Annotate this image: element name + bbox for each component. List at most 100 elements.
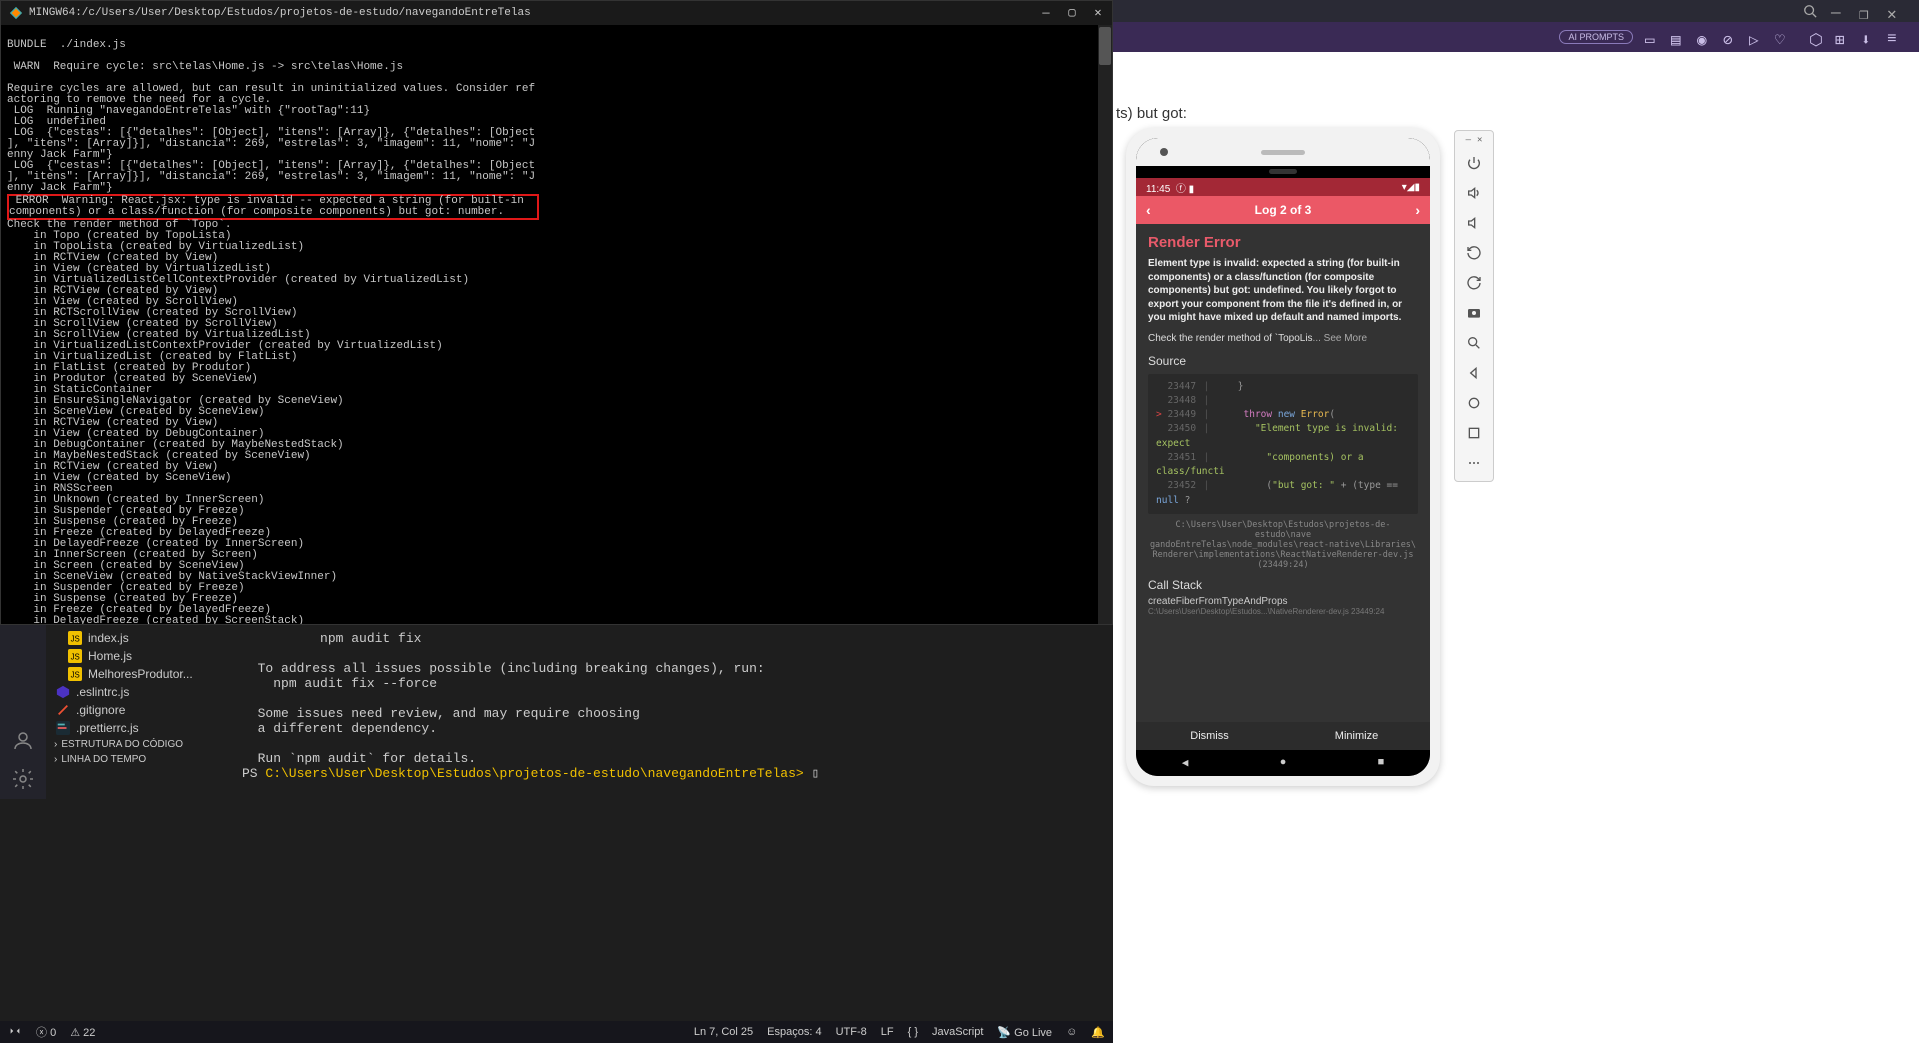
encoding[interactable]: UTF-8 xyxy=(836,1026,867,1038)
section-label: ESTRUTURA DO CÓDIGO xyxy=(61,739,183,750)
indent-setting[interactable]: Espaços: 4 xyxy=(767,1026,821,1038)
close-button[interactable]: ✕ xyxy=(1092,7,1104,19)
emu-home-icon[interactable] xyxy=(1460,389,1488,417)
vscode-terminal-output: npm audit fix To address all issues poss… xyxy=(242,631,765,766)
grid-icon[interactable]: ⊞ xyxy=(1835,30,1849,44)
page-icon[interactable]: ▤ xyxy=(1671,30,1685,44)
power-icon[interactable] xyxy=(1460,149,1488,177)
eslint-icon xyxy=(56,685,70,699)
terminal-output[interactable]: BUNDLE ./index.js WARN Require cycle: sr… xyxy=(1,25,1112,624)
settings-gear-icon[interactable] xyxy=(11,767,35,791)
phone-notch xyxy=(1136,166,1430,178)
cursor-position[interactable]: Ln 7, Col 25 xyxy=(694,1026,753,1038)
terminal-scrollbar-thumb[interactable] xyxy=(1099,27,1111,65)
error-message: Element type is invalid: expected a stri… xyxy=(1148,257,1418,325)
js-file-icon: JS xyxy=(68,667,82,681)
file-item-prettier[interactable]: .prettierrc.js xyxy=(46,719,230,737)
vscode-terminal[interactable]: npm audit fix To address all issues poss… xyxy=(230,625,1113,799)
android-recents-icon[interactable]: ■ xyxy=(1378,757,1385,769)
log-next-button[interactable]: › xyxy=(1415,202,1420,218)
phone-bezel-top xyxy=(1136,138,1430,166)
menu-icon[interactable]: ≡ xyxy=(1887,30,1901,44)
browser-top-bar: — ❐ ✕ xyxy=(1113,0,1919,22)
log-prev-button[interactable]: ‹ xyxy=(1146,202,1151,218)
file-label: .prettierrc.js xyxy=(76,721,139,735)
bell-icon[interactable]: 🔔 xyxy=(1091,1026,1105,1039)
section-linha[interactable]: ›LINHA DO TEMPO xyxy=(46,752,230,767)
check-render-text: Check the render method of `TopoLis xyxy=(1148,333,1313,344)
file-item-gitignore[interactable]: .gitignore xyxy=(46,701,230,719)
android-nav-bar: ◀ ● ■ xyxy=(1136,750,1430,776)
file-item-melhores[interactable]: JS MelhoresProdutor... xyxy=(46,665,230,683)
eol[interactable]: LF xyxy=(881,1026,894,1038)
feedback-icon[interactable]: ☺ xyxy=(1066,1026,1077,1038)
terminal-titlebar[interactable]: MINGW64:/c/Users/User/Desktop/Estudos/pr… xyxy=(1,1,1112,25)
file-item-index[interactable]: JSindex.js xyxy=(46,629,230,647)
ai-prompts-button[interactable]: AI PROMPTS xyxy=(1559,30,1633,44)
file-label: .gitignore xyxy=(76,703,125,717)
volume-down-icon[interactable] xyxy=(1460,209,1488,237)
js-file-icon: JS xyxy=(68,631,82,645)
svg-text:JS: JS xyxy=(71,671,80,680)
android-back-icon[interactable]: ◀ xyxy=(1182,756,1189,770)
emu-overview-icon[interactable] xyxy=(1460,419,1488,447)
minimize-button[interactable]: — xyxy=(1040,7,1052,19)
file-label: MelhoresProdutor... xyxy=(88,667,193,681)
maximize-button[interactable]: ▢ xyxy=(1066,7,1078,19)
phone-signal-icons: ▾◢▮ xyxy=(1402,182,1420,193)
see-more-link[interactable]: ... See More xyxy=(1313,333,1367,344)
file-label: Home.js xyxy=(88,649,132,663)
terminal-log-text: BUNDLE ./index.js WARN Require cycle: sr… xyxy=(7,39,535,194)
warning-count[interactable]: ⚠ 22 xyxy=(70,1026,95,1039)
terminal-title: MINGW64:/c/Users/User/Desktop/Estudos/pr… xyxy=(29,7,1040,19)
terminal-error-highlight: ERROR Warning: React.jsx: type is invali… xyxy=(7,194,539,220)
volume-up-icon[interactable] xyxy=(1460,179,1488,207)
window-close-icon[interactable]: ✕ xyxy=(1887,4,1901,18)
vscode-explorer: JSindex.js JSHome.js JSMelhoresProdutor.… xyxy=(46,625,230,799)
account-icon[interactable] xyxy=(11,729,35,753)
window-restore-icon[interactable]: ❐ xyxy=(1859,4,1873,18)
zoom-icon[interactable] xyxy=(1460,329,1488,357)
phone-camera-icon xyxy=(1160,148,1168,156)
file-item-home[interactable]: JSHome.js xyxy=(46,647,230,665)
cube-icon[interactable]: ⬡ xyxy=(1809,30,1823,44)
error-screen[interactable]: Render Error Element type is invalid: ex… xyxy=(1136,224,1430,722)
camera-icon[interactable]: ◉ xyxy=(1697,30,1711,44)
download-icon[interactable]: ⬇ xyxy=(1861,30,1875,44)
chevron-right-icon: › xyxy=(54,754,57,765)
remote-icon[interactable] xyxy=(8,1024,22,1041)
screenshot-icon[interactable] xyxy=(1460,299,1488,327)
search-icon[interactable] xyxy=(1803,4,1817,18)
dismiss-button[interactable]: Dismiss xyxy=(1136,722,1283,750)
more-icon[interactable] xyxy=(1460,449,1488,477)
prompt-prefix: PS xyxy=(242,766,265,781)
partial-bg-text: ts) but got: xyxy=(1116,105,1187,122)
minimize-err-button[interactable]: Minimize xyxy=(1283,722,1430,750)
error-actions: Dismiss Minimize xyxy=(1136,722,1430,750)
rotate-left-icon[interactable] xyxy=(1460,239,1488,267)
window-minimize-icon[interactable]: — xyxy=(1831,4,1845,18)
emu-minimize-icon[interactable]: — xyxy=(1466,135,1471,145)
heart-icon[interactable]: ♡ xyxy=(1775,30,1789,44)
section-estrutura[interactable]: ›ESTRUTURA DO CÓDIGO xyxy=(46,737,230,752)
play-icon[interactable]: ▷ xyxy=(1749,30,1763,44)
callstack-sub: C:\Users\User\Desktop\Estudos...\NativeR… xyxy=(1148,607,1418,616)
language-mode[interactable]: JavaScript xyxy=(932,1026,983,1038)
terminal-stack-text: Check the render method of `Topo`. in To… xyxy=(7,219,469,624)
terminal-scrollbar-track[interactable] xyxy=(1098,25,1112,624)
error-count[interactable]: ⓧ 0 xyxy=(36,1024,56,1040)
android-home-icon[interactable]: ● xyxy=(1280,757,1287,769)
emu-back-icon[interactable] xyxy=(1460,359,1488,387)
git-icon xyxy=(56,703,70,717)
block-icon[interactable]: ⊘ xyxy=(1723,30,1737,44)
phone-time: 11:45 xyxy=(1146,184,1170,195)
go-live[interactable]: 📡 Go Live xyxy=(997,1026,1052,1039)
rotate-right-icon[interactable] xyxy=(1460,269,1488,297)
log-counter: Log 2 of 3 xyxy=(1255,203,1312,217)
book-icon[interactable]: ▭ xyxy=(1645,30,1659,44)
prompt-path: C:\Users\User\Desktop\Estudos\projetos-d… xyxy=(265,766,803,781)
callstack-header: Call Stack xyxy=(1148,578,1418,592)
emu-close-icon[interactable]: ✕ xyxy=(1477,135,1482,145)
browser-toolbar: AI PROMPTS ▭ ▤ ◉ ⊘ ▷ ♡ ⬡ ⊞ ⬇ ≡ xyxy=(1113,22,1919,52)
file-item-eslint[interactable]: .eslintrc.js xyxy=(46,683,230,701)
